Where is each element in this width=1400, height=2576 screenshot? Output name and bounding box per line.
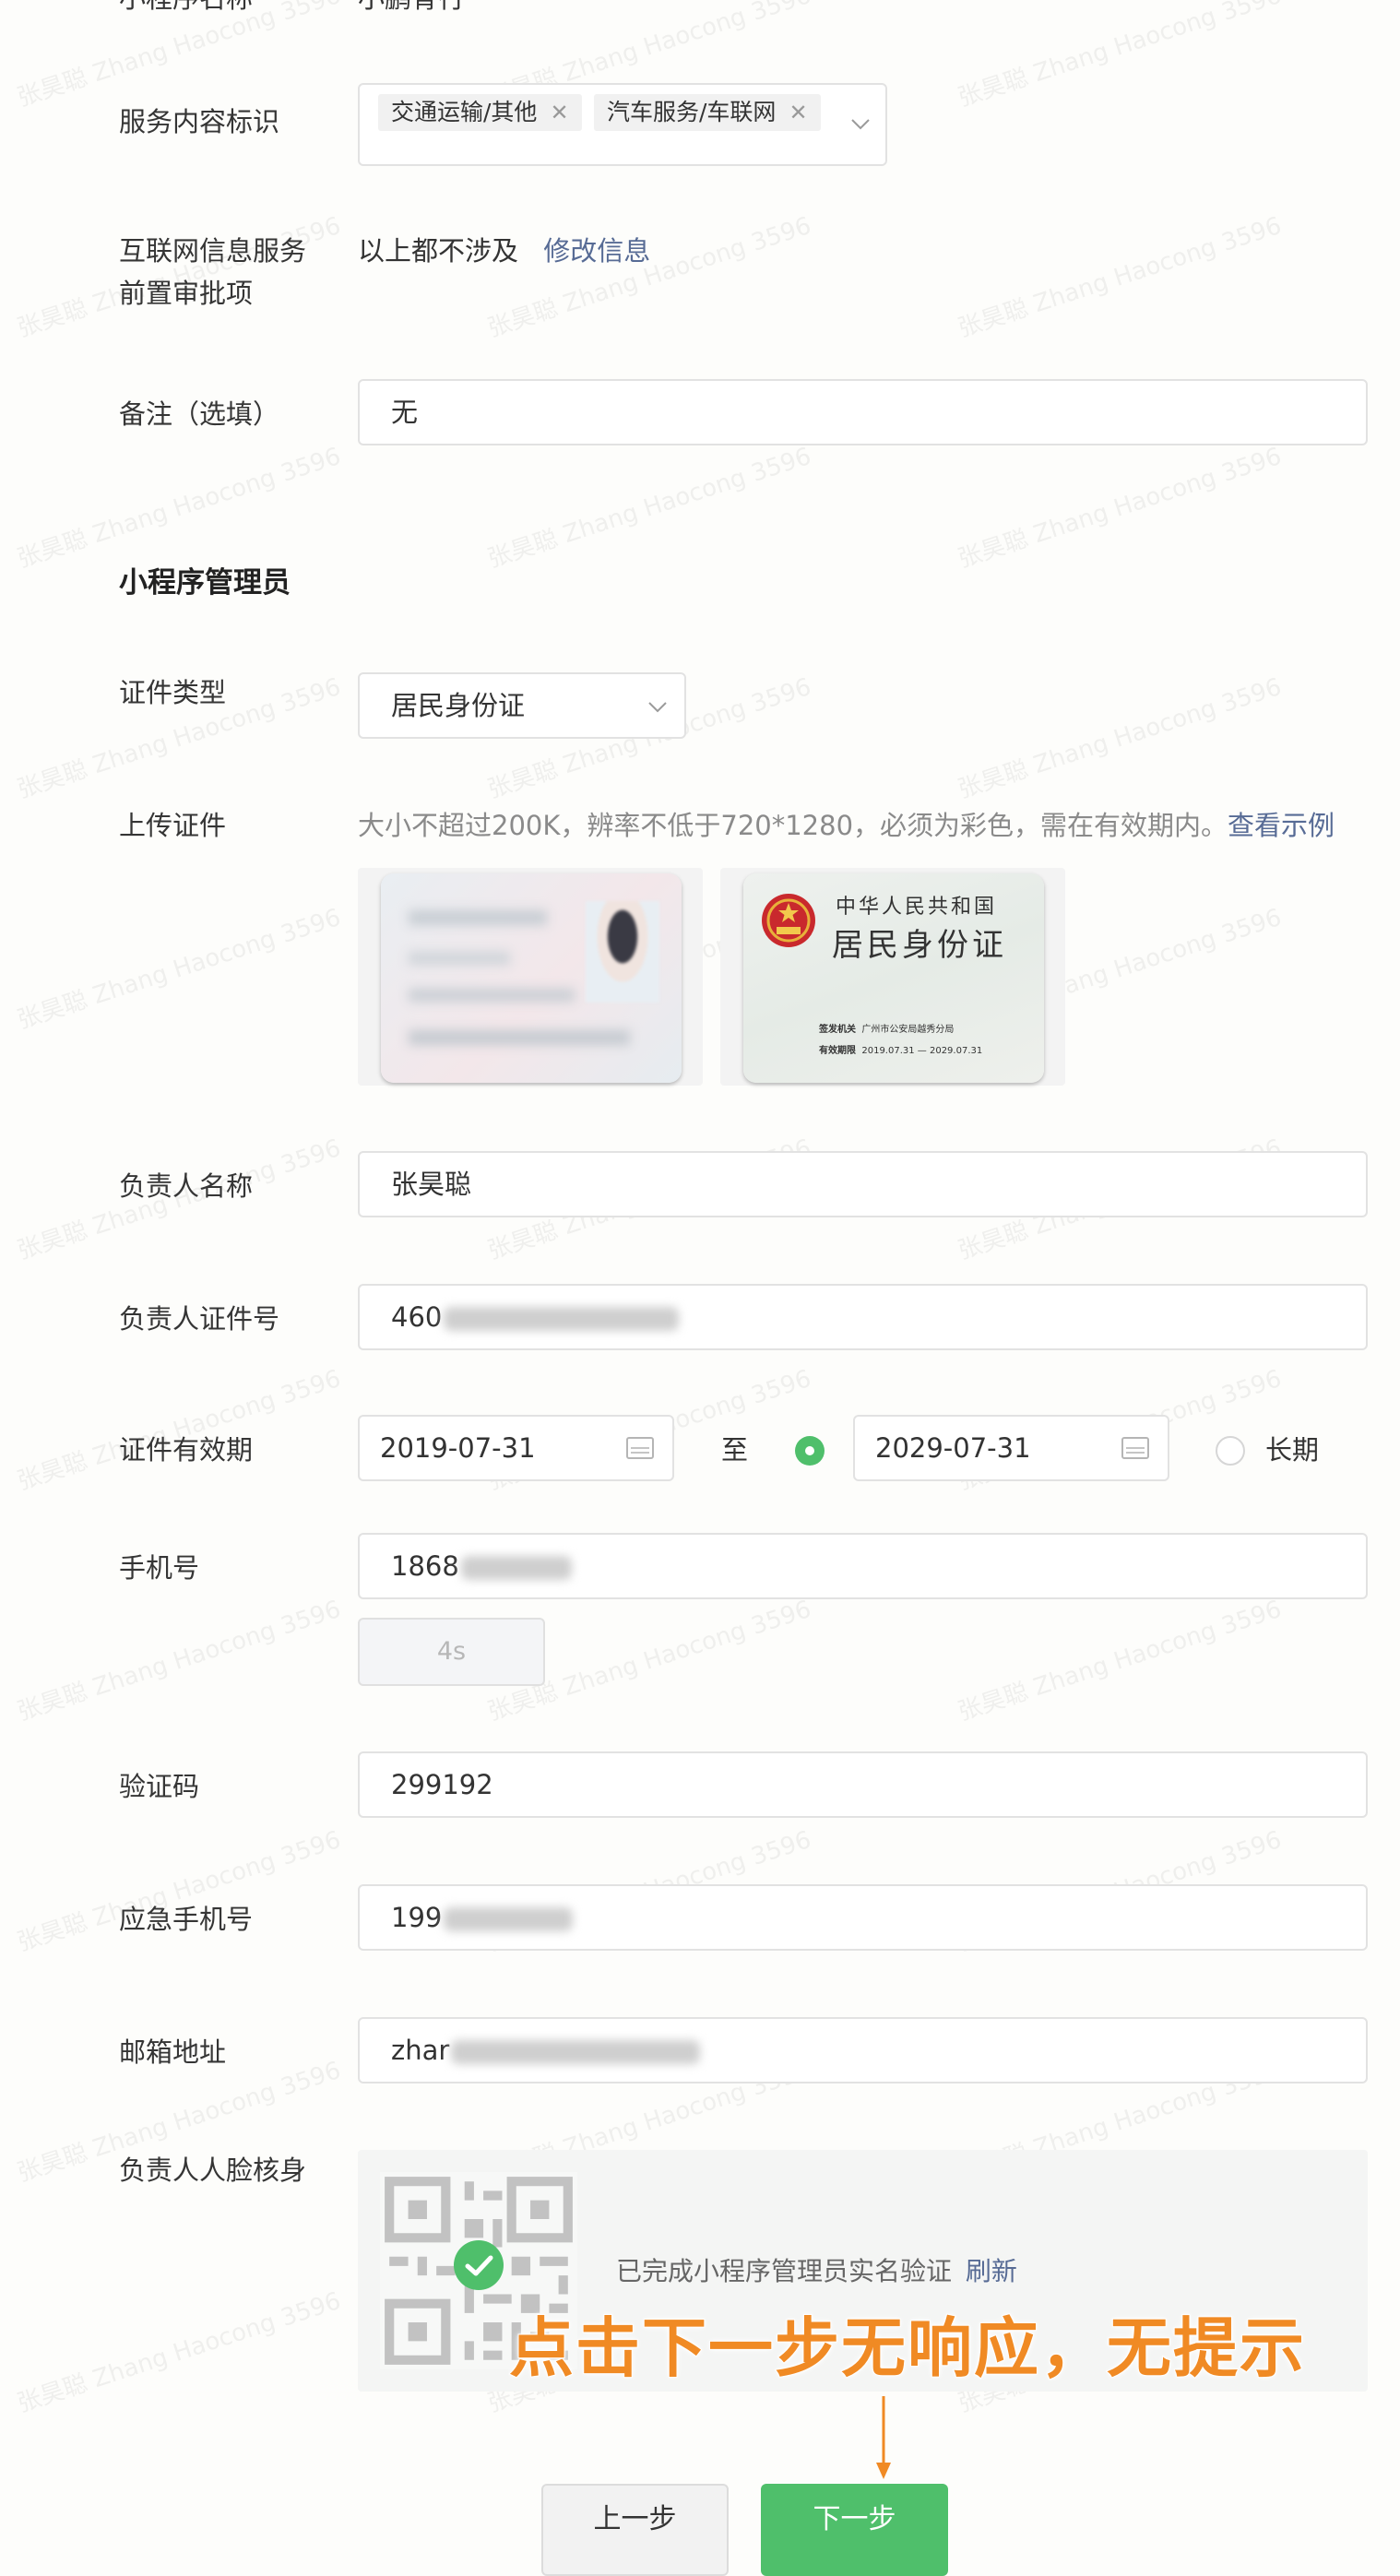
phone-input[interactable]: 1868 [358, 1533, 1368, 1599]
verified-check-icon [454, 2240, 504, 2290]
redacted-mask [444, 1907, 574, 1931]
app-name-value: 小鹏骨行 [358, 0, 465, 18]
portrait-photo [586, 901, 659, 1003]
remove-tag-icon[interactable]: ✕ [550, 100, 568, 125]
phone-label: 手机号 [119, 1552, 200, 1584]
redacted-mask [460, 1556, 572, 1580]
service-tags-select[interactable]: 交通运输/其他 ✕ 汽车服务/车联网 ✕ [358, 83, 887, 166]
redacted-mask [451, 2040, 701, 2064]
tag-label: 交通运输/其他 [391, 99, 538, 125]
face-verify-status: 已完成小程序管理员实名验证 [616, 2256, 953, 2286]
id-back-upload[interactable]: 中华人民共和国 居民身份证 签发机关 广州市公安局越秀分局 有效期限 2019.… [720, 868, 1065, 1086]
end-date-picker[interactable]: 2029-07-31 [853, 1415, 1169, 1481]
validity-label: 有效期限 [819, 1046, 856, 1056]
long-term-radio[interactable] [1216, 1436, 1245, 1466]
watermark-text: 张昊聪 Zhang Haocong 3596 [14, 442, 345, 574]
start-date-picker[interactable]: 2019-07-31 [358, 1415, 674, 1481]
end-date-value: 2029-07-31 [875, 1432, 1031, 1464]
calendar-icon [626, 1437, 654, 1459]
email-label: 邮箱地址 [119, 2036, 227, 2068]
email-value: zhar [391, 2035, 450, 2066]
upload-hint: 大小不超过200K，辨率不低于720*1280，必须为彩色，需在有效期内。 [358, 810, 1228, 841]
national-emblem-icon [762, 894, 815, 947]
end-date-radio[interactable] [795, 1436, 825, 1466]
face-verify-label: 负责人人脸核身 [119, 2155, 307, 2186]
chevron-down-icon [648, 702, 667, 713]
tag-car-service: 汽车服务/车联网 ✕ [594, 94, 821, 131]
remove-tag-icon[interactable]: ✕ [789, 100, 807, 125]
chevron-down-icon[interactable] [850, 118, 871, 131]
watermark-text: 张昊聪 Zhang Haocong 3596 [14, 1595, 345, 1727]
id-type-label: 证件类型 [119, 677, 227, 708]
approval-label-line1: 互联网信息服务 [119, 235, 307, 267]
owner-name-input[interactable]: 张昊聪 [358, 1151, 1368, 1217]
redacted-mask [444, 1307, 680, 1331]
owner-name-label: 负责人名称 [119, 1170, 254, 1202]
annotation-arrow-icon [876, 2396, 891, 2479]
validity-label-text: 证件有效期 [119, 1434, 254, 1466]
id-type-select[interactable]: 居民身份证 [358, 672, 686, 739]
email-input[interactable]: zhar [358, 2017, 1368, 2083]
remark-value: 无 [391, 397, 419, 428]
id-back-country: 中华人民共和国 [836, 896, 998, 919]
approval-value: 以上都不涉及 [358, 235, 519, 267]
id-type-value: 居民身份证 [391, 690, 526, 721]
view-example-link[interactable]: 查看示例 [1228, 810, 1335, 841]
phone-value: 1868 [391, 1550, 459, 1582]
code-value: 299192 [391, 1769, 493, 1800]
remark-label: 备注（选填） [119, 398, 280, 430]
start-date-value: 2019-07-31 [380, 1432, 536, 1464]
modify-info-link[interactable]: 修改信息 [543, 235, 650, 267]
owner-id-value: 460 [391, 1301, 443, 1333]
owner-name-value: 张昊聪 [391, 1169, 472, 1200]
owner-id-label: 负责人证件号 [119, 1303, 280, 1335]
approval-label-line2: 前置审批项 [119, 278, 254, 309]
app-name-label: 小程序名称 [119, 0, 253, 18]
emergency-phone-input[interactable]: 199 [358, 1884, 1368, 1951]
authority-label: 签发机关 [819, 1025, 856, 1035]
long-term-label: 长期 [1265, 1434, 1320, 1466]
next-step-label: 下一步 [813, 2503, 896, 2535]
next-step-button[interactable]: 下一步 [761, 2484, 948, 2576]
id-front-image [381, 873, 682, 1083]
watermark-text: 张昊聪 Zhang Haocong 3596 [484, 442, 815, 574]
emergency-phone-value: 199 [391, 1902, 443, 1933]
countdown-text: 4s [436, 1637, 467, 1666]
remark-input[interactable]: 无 [358, 379, 1368, 445]
send-code-button[interactable]: 4s [358, 1618, 545, 1686]
watermark-text: 张昊聪 Zhang Haocong 3596 [955, 211, 1286, 343]
admin-section-title: 小程序管理员 [119, 566, 291, 599]
annotation-text: 点击下一步无响应，无提示 [508, 2309, 1306, 2387]
watermark-text: 张昊聪 Zhang Haocong 3596 [955, 1595, 1286, 1727]
id-back-image: 中华人民共和国 居民身份证 签发机关 广州市公安局越秀分局 有效期限 2019.… [743, 873, 1044, 1083]
calendar-icon [1121, 1437, 1149, 1459]
emergency-phone-label: 应急手机号 [119, 1904, 254, 1935]
code-input[interactable]: 299192 [358, 1751, 1368, 1818]
refresh-link[interactable]: 刷新 [966, 2256, 1017, 2286]
upload-label: 上传证件 [119, 810, 227, 841]
service-tags-label: 服务内容标识 [119, 106, 280, 137]
watermark-text: 张昊聪 Zhang Haocong 3596 [14, 1364, 345, 1496]
watermark-text: 张昊聪 Zhang Haocong 3596 [955, 0, 1286, 113]
prev-step-label: 上一步 [593, 2503, 677, 2535]
id-front-upload[interactable] [358, 868, 703, 1086]
tag-label: 汽车服务/车联网 [607, 99, 777, 125]
id-back-title: 居民身份证 [832, 927, 1007, 964]
watermark-text: 张昊聪 Zhang Haocong 3596 [14, 903, 345, 1035]
authority-value: 广州市公安局越秀分局 [861, 1025, 955, 1035]
watermark-text: 张昊聪 Zhang Haocong 3596 [484, 211, 815, 343]
watermark-text: 张昊聪 Zhang Haocong 3596 [14, 2286, 345, 2418]
watermark-text: 张昊聪 Zhang Haocong 3596 [955, 672, 1286, 804]
validity-value: 2019.07.31 — 2029.07.31 [861, 1046, 983, 1056]
owner-id-input[interactable]: 460 [358, 1284, 1368, 1350]
watermark-text: 张昊聪 Zhang Haocong 3596 [955, 442, 1286, 574]
to-text: 至 [721, 1434, 749, 1466]
code-label: 验证码 [119, 1771, 200, 1802]
prev-step-button[interactable]: 上一步 [541, 2484, 729, 2576]
tag-transport: 交通运输/其他 ✕ [378, 94, 582, 131]
